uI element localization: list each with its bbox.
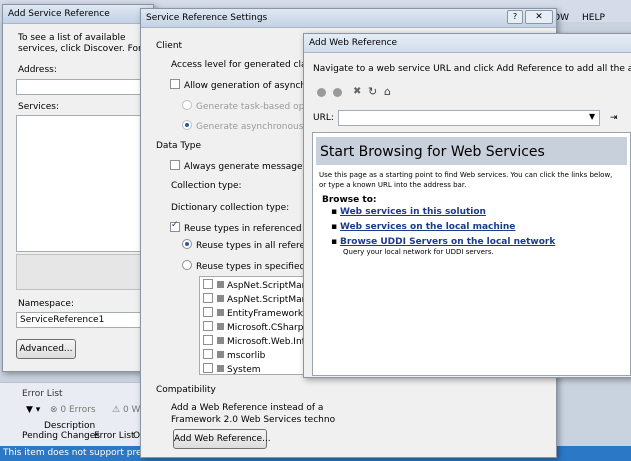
refresh-icon[interactable]: ↻ — [368, 85, 377, 98]
assembly-list[interactable]: AspNet.ScriptManager AspNet.ScriptManage… — [199, 276, 311, 375]
go-icon[interactable]: ⇥ — [610, 113, 618, 123]
home-icon[interactable]: ⌂ — [384, 85, 391, 98]
assembly-icon — [217, 281, 224, 288]
assembly-icon — [217, 309, 224, 316]
checkbox-box — [170, 220, 180, 232]
add-web-reference-button[interactable]: Add Web Reference... — [173, 429, 271, 449]
ide-menu-help[interactable]: HELP — [582, 13, 605, 23]
errors-filter[interactable]: ⊗ 0 Errors — [50, 405, 96, 415]
assembly-item[interactable]: AspNet.ScriptManager — [203, 279, 310, 291]
web-ref-title: Add Web Reference — [304, 34, 631, 53]
assembly-icon — [217, 365, 224, 372]
assembly-icon — [217, 323, 224, 330]
address-input[interactable] — [16, 79, 154, 95]
services-list[interactable] — [16, 115, 154, 252]
tab-pending-changes[interactable]: Pending Changes — [22, 431, 100, 441]
operations-panel — [16, 254, 154, 290]
radio-circle — [182, 260, 192, 270]
checkbox-box — [203, 293, 213, 303]
back-icon[interactable] — [317, 88, 326, 97]
browse-heading: Start Browsing for Web Services — [320, 144, 545, 160]
client-header: Client — [156, 41, 183, 51]
assembly-item[interactable]: System — [203, 363, 261, 374]
url-input[interactable] — [338, 110, 600, 126]
assembly-item[interactable]: EntityFramework — [203, 307, 303, 319]
checkbox-box — [203, 321, 213, 331]
add-web-reference-dialog: Add Web Reference Navigate to a web serv… — [303, 33, 631, 378]
advanced-button[interactable]: Advanced... — [16, 339, 76, 359]
close-icon[interactable]: ✕ — [525, 10, 553, 24]
radio-circle — [182, 120, 192, 130]
compat-text-1: Add a Web Reference instead of a — [171, 403, 324, 413]
radio-circle — [182, 100, 192, 110]
link-solution[interactable]: ▪ Web services in this solution — [331, 207, 486, 217]
namespace-value: ServiceReference1 — [20, 315, 105, 325]
forward-icon[interactable] — [333, 88, 342, 97]
link-bullet: ▪ — [331, 222, 340, 232]
assembly-item[interactable]: mscorlib — [203, 349, 265, 361]
services-label: Services: — [18, 102, 59, 112]
assembly-icon — [217, 295, 224, 302]
compatibility-header: Compatibility — [156, 385, 216, 395]
checkbox-box — [203, 307, 213, 317]
browse-heading-bar: Start Browsing for Web Services — [316, 137, 627, 165]
assembly-item[interactable]: Microsoft.CSharp — [203, 321, 303, 333]
assembly-item[interactable]: AspNet.ScriptManager — [203, 293, 310, 305]
stop-icon[interactable]: ✖ — [353, 86, 361, 97]
assembly-item[interactable]: Microsoft.Web.Infras — [203, 335, 310, 347]
checkbox-box — [170, 160, 180, 170]
namespace-label: Namespace: — [18, 299, 74, 309]
checkbox-box — [170, 79, 180, 89]
assembly-icon — [217, 351, 224, 358]
data-type-header: Data Type — [156, 141, 202, 151]
settings-title: Service Reference Settings — [141, 9, 556, 28]
namespace-input[interactable]: ServiceReference1 — [16, 312, 157, 328]
dialog-title: Add Service Reference — [3, 5, 153, 24]
link-bullet: ▪ — [331, 207, 340, 217]
url-label: URL: — [313, 113, 334, 123]
url-dropdown-arrow[interactable]: ▼ — [589, 112, 595, 121]
link-bullet: ▪ — [331, 237, 340, 247]
help-button[interactable]: ? — [507, 10, 523, 24]
add-service-reference-dialog: Add Service Reference To see a list of a… — [2, 4, 157, 372]
address-label: Address: — [18, 65, 57, 75]
error-icon: ⊗ — [50, 405, 61, 415]
checkbox-box — [203, 279, 213, 289]
checkbox-box — [203, 363, 213, 373]
compat-text-2: Framework 2.0 Web Services techno — [171, 415, 336, 425]
link-local-machine[interactable]: ▪ Web services on the local machine — [331, 222, 515, 232]
checkbox-box — [203, 349, 213, 359]
description-column-header[interactable]: Description — [44, 421, 95, 431]
web-ref-instruction: Navigate to a web service URL and click … — [313, 64, 631, 74]
intro-text: To see a list of available services, cli… — [18, 33, 142, 54]
uddi-sub-text: Query your local network for UDDI server… — [343, 248, 494, 256]
browse-to-label: Browse to: — [322, 195, 377, 205]
radio-circle — [182, 239, 192, 249]
tab-error-list[interactable]: Error List — [94, 431, 135, 441]
dictionary-type-label: Dictionary collection type: — [171, 203, 290, 213]
browse-description: Use this page as a starting point to fin… — [319, 171, 613, 189]
browser-pane: Start Browsing for Web Services Use this… — [312, 132, 631, 376]
error-list-title: Error List — [22, 389, 63, 399]
warning-icon: ⚠ — [112, 405, 123, 415]
collection-type-label: Collection type: — [171, 181, 242, 191]
checkbox-box — [203, 335, 213, 345]
link-uddi[interactable]: ▪ Browse UDDI Servers on the local netwo… — [331, 237, 555, 247]
assembly-icon — [217, 337, 224, 344]
filter-dropdown[interactable]: ▼ ▾ — [26, 405, 40, 415]
